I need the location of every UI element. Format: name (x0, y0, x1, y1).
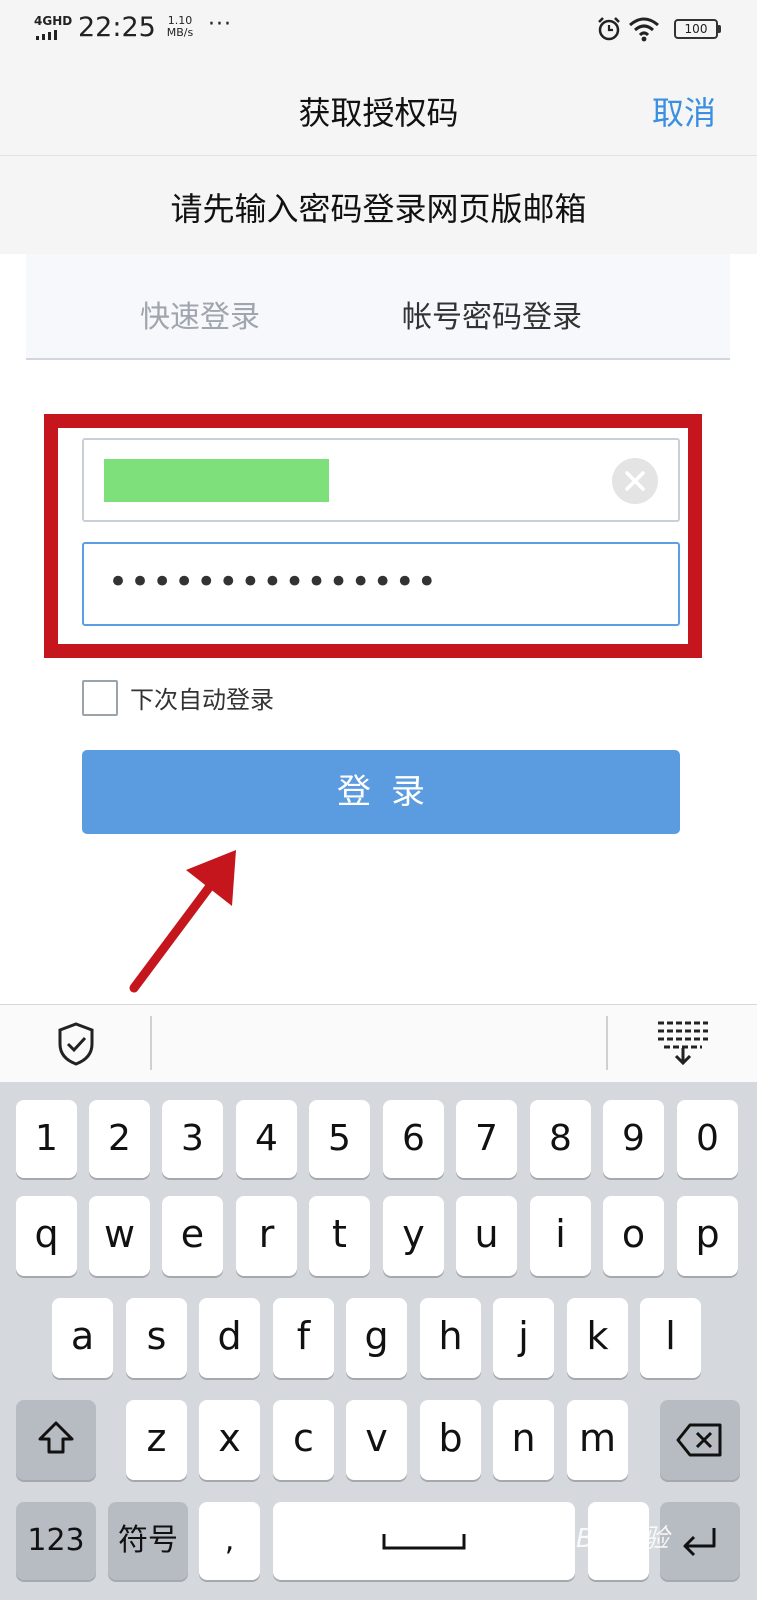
login-button[interactable]: 登录 (82, 750, 680, 834)
key-h[interactable]: h (420, 1298, 481, 1378)
key-u[interactable]: u (456, 1196, 517, 1276)
key-s[interactable]: s (126, 1298, 187, 1378)
key-w[interactable]: w (89, 1196, 150, 1276)
collapse-keyboard-icon[interactable] (654, 1018, 712, 1066)
space-key[interactable] (273, 1502, 575, 1580)
key-9[interactable]: 9 (603, 1100, 664, 1178)
network-speed: 1.10 MB/s (160, 15, 200, 39)
auto-login-label: 下次自动登录 (130, 686, 274, 714)
key-2[interactable]: 2 (89, 1100, 150, 1178)
key-q[interactable]: q (16, 1196, 77, 1276)
keyboard-toolbar (0, 1004, 757, 1082)
key-x[interactable]: x (199, 1400, 260, 1480)
backspace-key[interactable] (660, 1400, 740, 1480)
key-e[interactable]: e (162, 1196, 223, 1276)
mode-123-key[interactable]: 123 (16, 1502, 96, 1580)
tab-password-login[interactable]: 帐号密码登录 (402, 292, 582, 336)
key-3[interactable]: 3 (162, 1100, 223, 1178)
key-i[interactable]: i (530, 1196, 591, 1276)
key-5[interactable]: 5 (309, 1100, 370, 1178)
key-o[interactable]: o (603, 1196, 664, 1276)
network-type: 4GHD (34, 14, 73, 28)
signal-icon: 4GHD (34, 14, 73, 42)
key-4[interactable]: 4 (236, 1100, 297, 1178)
key-k[interactable]: k (567, 1298, 628, 1378)
key-t[interactable]: t (309, 1196, 370, 1276)
login-tabs (26, 254, 730, 360)
page-title: 获取授权码 (298, 94, 459, 132)
battery-indicator: 100 (674, 19, 718, 39)
highlight-annotation (44, 414, 702, 658)
key-l[interactable]: l (640, 1298, 701, 1378)
key-z[interactable]: z (126, 1400, 187, 1480)
key-f[interactable]: f (273, 1298, 334, 1378)
key-0[interactable]: 0 (677, 1100, 738, 1178)
key-1[interactable]: 1 (16, 1100, 77, 1178)
key-p[interactable]: p (677, 1196, 738, 1276)
key-y[interactable]: y (383, 1196, 444, 1276)
shield-icon[interactable] (54, 1020, 98, 1068)
shift-icon (38, 1421, 74, 1454)
shift-key[interactable] (16, 1400, 96, 1480)
key-g[interactable]: g (346, 1298, 407, 1378)
wifi-icon (629, 17, 659, 42)
key-c[interactable]: c (273, 1400, 334, 1480)
auto-login-checkbox[interactable] (82, 680, 118, 716)
key-a[interactable]: a (52, 1298, 113, 1378)
status-time: 22:25 (78, 12, 156, 43)
arrow-annotation (129, 850, 236, 993)
tab-quick-login[interactable]: 快速登录 (140, 292, 260, 336)
key-m[interactable]: m (567, 1400, 628, 1480)
key-8[interactable]: 8 (530, 1100, 591, 1178)
key-r[interactable]: r (236, 1196, 297, 1276)
key-7[interactable]: 7 (456, 1100, 517, 1178)
cancel-button[interactable]: 取消 (652, 88, 716, 134)
more-indicator: ··· (208, 12, 232, 37)
toolbar-divider (606, 1016, 608, 1070)
backspace-icon (676, 1423, 722, 1457)
key-n[interactable]: n (493, 1400, 554, 1480)
battery-tip (718, 25, 721, 33)
alarm-icon (598, 17, 620, 41)
space-icon (382, 1534, 466, 1550)
key-comma[interactable]: , (199, 1502, 260, 1580)
speed-unit: MB/s (166, 26, 194, 39)
key-j[interactable]: j (493, 1298, 554, 1378)
prompt-text: 请先输入密码登录网页版邮箱 (170, 190, 587, 228)
key-v[interactable]: v (346, 1400, 407, 1480)
key-d[interactable]: d (199, 1298, 260, 1378)
key-6[interactable]: 6 (383, 1100, 444, 1178)
toolbar-divider (150, 1016, 152, 1070)
symbols-key[interactable]: 符号 (108, 1502, 188, 1580)
watermark: Bai经验 (576, 1524, 669, 1554)
key-b[interactable]: b (420, 1400, 481, 1480)
